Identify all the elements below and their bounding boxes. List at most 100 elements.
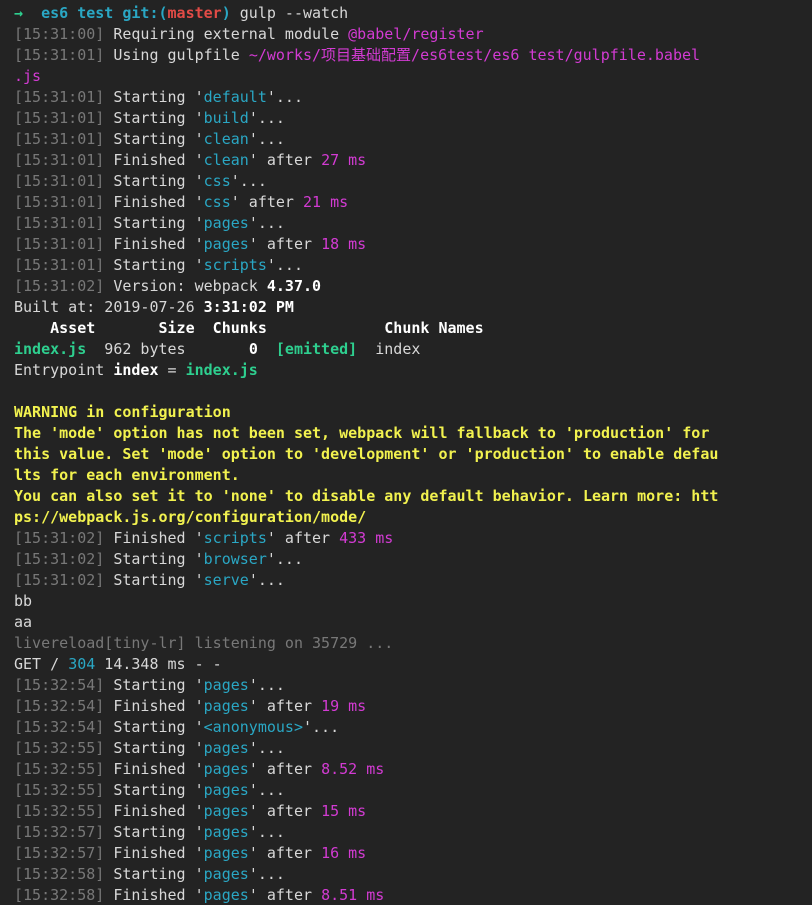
terminal-text-segment: pages [203,823,249,841]
terminal-text-segment: ' after [230,193,303,211]
terminal-text-segment: '... [248,676,285,694]
terminal-text-segment: Finished ' [104,760,204,778]
terminal-line: lts for each environment. [14,465,812,486]
terminal-line: [15:31:01] Starting 'default'... [14,87,812,108]
terminal-line: [15:31:01] Finished 'clean' after 27 ms [14,150,812,171]
terminal-text-segment: 433 ms [339,529,394,547]
terminal-text-segment: 16 ms [321,844,367,862]
terminal-text-segment: 15 ms [321,802,367,820]
terminal-text-segment: '... [248,739,285,757]
terminal-text-segment: '... [230,172,267,190]
terminal-text-segment: ) [221,4,231,22]
terminal-line: [15:32:54] Finished 'pages' after 19 ms [14,696,812,717]
terminal-text-segment: '... [266,88,303,106]
terminal-line: [15:32:54] Starting 'pages'... [14,675,812,696]
terminal-text-segment: Starting ' [104,130,204,148]
terminal-text-segment: pages [203,235,249,253]
terminal-text-segment: index.js [14,340,87,358]
terminal-text-segment: serve [203,571,249,589]
terminal-text-segment: default [203,88,267,106]
terminal-text-segment: clean [203,130,249,148]
terminal-text-segment: '... [266,256,303,274]
terminal-text-segment: ' after [248,760,322,778]
terminal-text-segment: [15:32:54] [14,718,105,736]
terminal-text-segment: [15:31:00] [14,25,105,43]
terminal-line: [15:32:54] Starting '<anonymous>'... [14,717,812,738]
terminal-line: [15:31:01] Starting 'build'... [14,108,812,129]
terminal-text-segment: You can also set it to 'none' to disable… [14,487,719,505]
terminal-text-segment: Starting ' [104,823,204,841]
terminal-line: [15:32:58] Finished 'pages' after 8.51 m… [14,885,812,905]
terminal-text-segment: ' after [248,802,322,820]
terminal-text-segment: <anonymous> [203,718,303,736]
terminal-text-segment: master [167,4,222,22]
terminal-text-segment: pages [203,781,249,799]
terminal-text-segment: pages [203,886,249,904]
terminal-text-segment: [emitted] [275,340,358,358]
terminal-text-segment: git:( [122,4,168,22]
terminal-text-segment: pages [203,214,249,232]
terminal-text-segment: Starting ' [104,781,204,799]
terminal-text-segment: index [357,340,421,358]
terminal-text-segment: [15:31:01] [14,235,105,253]
terminal-text-segment: [15:32:57] [14,823,105,841]
terminal-text-segment: css [203,193,231,211]
terminal-text-segment: browser [203,550,267,568]
terminal-text-segment: [15:31:01] [14,130,105,148]
terminal-line: [15:31:02] Starting 'serve'... [14,570,812,591]
terminal-text-segment: [15:31:01] [14,193,105,211]
terminal-text-segment: '... [248,571,285,589]
terminal-text-segment: pages [203,697,249,715]
terminal-text-segment: pages [203,802,249,820]
terminal-text-segment: '... [248,781,285,799]
terminal-text-segment: [15:32:55] [14,760,105,778]
terminal-text-segment: Asset Size Chunks [14,319,267,337]
terminal-line: index.js 962 bytes 0 [emitted] index [14,339,812,360]
terminal-text-segment: [15:31:02] [14,550,105,568]
terminal-text-segment: ' after [248,844,322,862]
terminal-text-segment: Starting ' [104,550,204,568]
terminal-text-segment: [15:31:01] [14,172,105,190]
terminal-text-segment: Requiring external module [104,25,349,43]
terminal-text-segment: [15:31:01] [14,88,105,106]
terminal-line: .js [14,66,812,87]
terminal-text-segment: pages [203,676,249,694]
terminal-line: You can also set it to 'none' to disable… [14,486,812,507]
terminal-text-segment: bb [14,592,33,610]
terminal-text-segment: [15:32:58] [14,886,105,904]
terminal-text-segment: Using gulpfile [104,46,249,64]
terminal-text-segment: livereload[tiny-lr] listening on 35729 .… [14,634,394,652]
terminal-text-segment: 0 [248,340,258,358]
terminal-line: Entrypoint index = index.js [14,360,812,381]
terminal-text-segment: pages [203,739,249,757]
terminal-text-segment: scripts [203,256,267,274]
terminal-line: [15:31:01] Starting 'css'... [14,171,812,192]
terminal-text-segment: [15:31:02] [14,277,105,295]
terminal-line: [15:32:57] Finished 'pages' after 16 ms [14,843,812,864]
terminal-line: [15:31:01] Starting 'pages'... [14,213,812,234]
terminal-text-segment: [15:31:01] [14,46,105,64]
terminal-text-segment: 8.51 ms [321,886,385,904]
terminal-line: [15:32:55] Starting 'pages'... [14,738,812,759]
terminal-window[interactable]: → es6 test git:(master) gulp --watch [15:… [0,0,812,905]
terminal-text-segment: Finished ' [104,235,204,253]
terminal-text-segment: Starting ' [104,109,204,127]
terminal-text-segment: [15:31:02] [14,529,105,547]
terminal-text-segment: [15:31:01] [14,256,105,274]
terminal-line: [15:31:01] Using gulpfile ~/works/项目基础配置… [14,45,812,66]
terminal-text-segment: css [203,172,231,190]
terminal-line: [15:31:02] Finished 'scripts' after 433 … [14,528,812,549]
terminal-text-segment: 27 ms [321,151,367,169]
terminal-text-segment: WARNING in configuration [14,403,231,421]
terminal-line: GET / 304 14.348 ms - - [14,654,812,675]
terminal-text-segment: Built at: 2019-07-26 [14,298,204,316]
terminal-text-segment: build [203,109,249,127]
terminal-text-segment: ' after [248,886,322,904]
terminal-text-segment: [15:31:01] [14,214,105,232]
terminal-text-segment: ps://webpack.js.org/configuration/mode/ [14,508,367,526]
terminal-text-segment: ~/works/项目基础配置/es6test/es6 test/gulpfile… [248,46,701,64]
terminal-text-segment: [15:32:55] [14,781,105,799]
terminal-text-segment: Starting ' [104,676,204,694]
